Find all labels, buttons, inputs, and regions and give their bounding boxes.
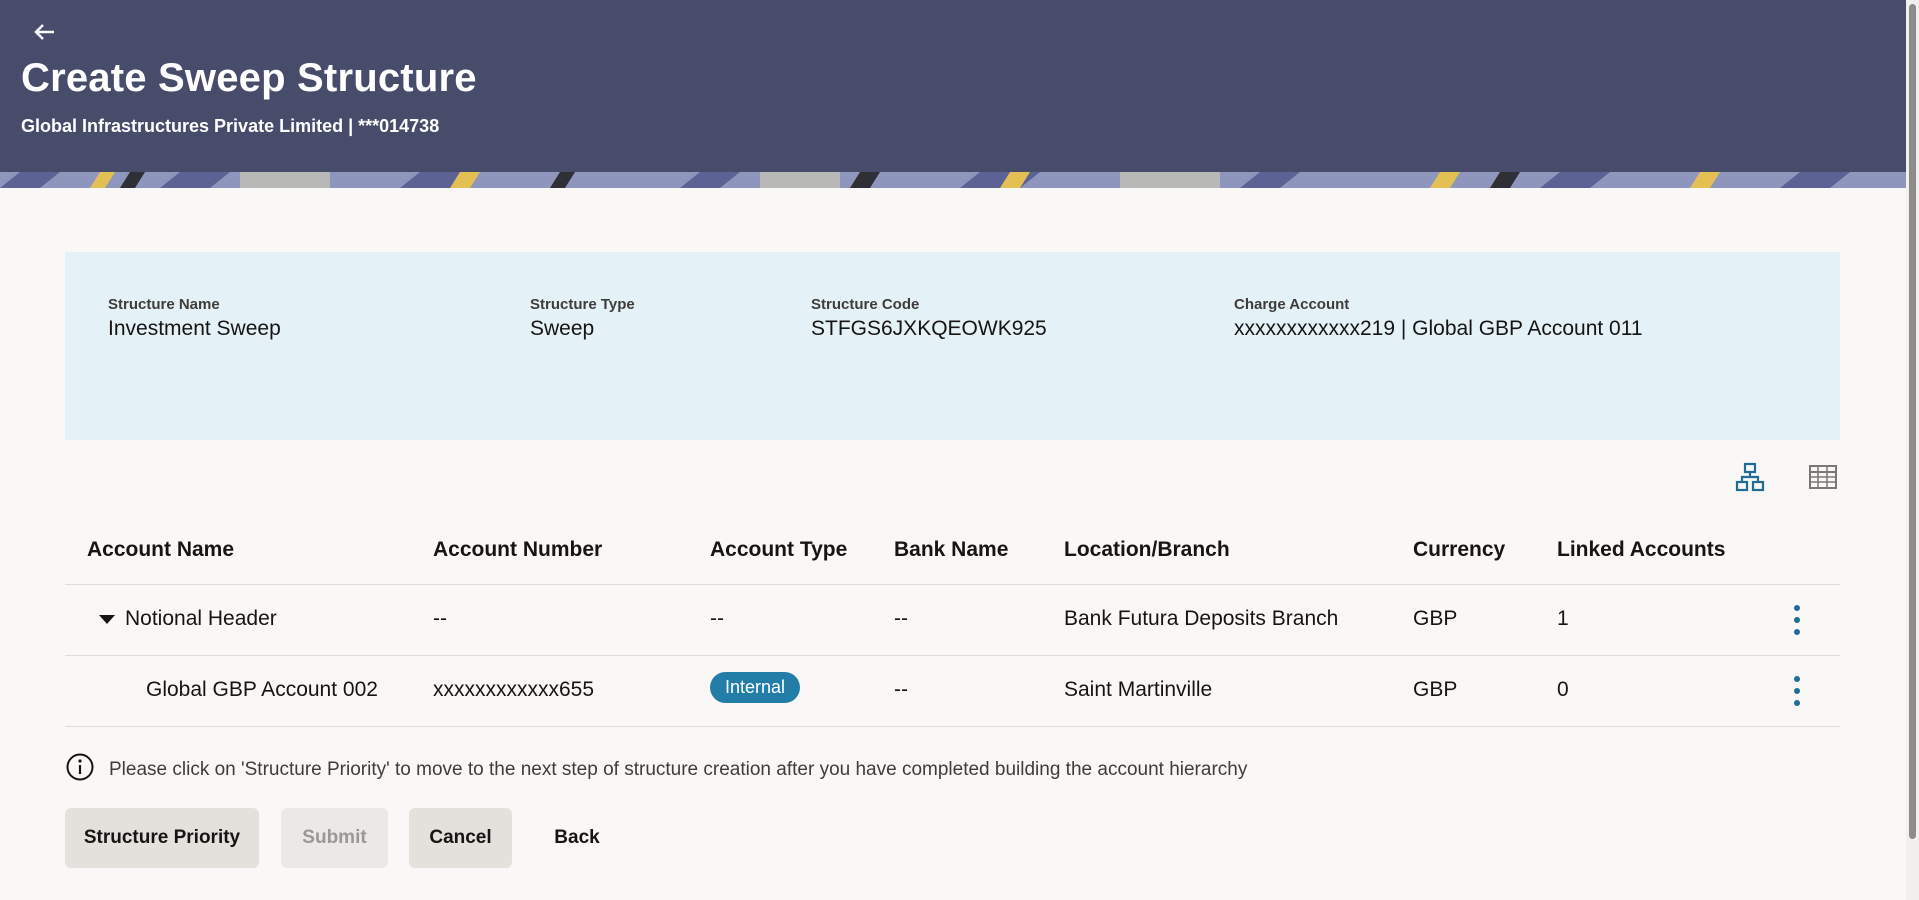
linked-accounts-cell: 1 [1557,607,1569,630]
more-options-icon[interactable] [1787,603,1807,637]
field-value: xxxxxxxxxxxx219 | Global GBP Account 011 [1234,317,1643,340]
bank-name-cell: -- [894,607,908,630]
column-header: Account Number [433,538,603,561]
table-view-icon[interactable] [1808,462,1838,492]
charge-account-field: Charge Account xxxxxxxxxxxx219 | Global … [1234,296,1643,341]
field-value: Sweep [530,317,595,340]
column-header: Bank Name [894,538,1009,561]
account-type-cell: -- [710,607,724,630]
structure-type-field: Structure Type Sweep [530,296,635,341]
more-options-icon[interactable] [1787,674,1807,708]
back-button[interactable]: Back [532,808,622,868]
account-hierarchy-table: Account Name Account Number Account Type… [65,520,1840,727]
info-text: Please click on 'Structure Priority' to … [109,758,1248,780]
scrollbar-thumb[interactable] [1909,4,1916,839]
column-header: Linked Accounts [1557,538,1726,561]
scrollbar[interactable] [1906,0,1919,900]
table-row: Global GBP Account 002 xxxxxxxxxxxx655 I… [65,656,1840,727]
back-arrow-icon[interactable] [30,17,60,47]
location-cell: Bank Futura Deposits Branch [1064,607,1339,630]
field-value: Investment Sweep [108,317,281,340]
page-subtitle: Global Infrastructures Private Limited |… [21,116,440,136]
field-label: Structure Name [108,296,220,313]
location-cell: Saint Martinville [1064,678,1213,701]
caret-down-icon[interactable] [99,614,115,624]
info-message: Please click on 'Structure Priority' to … [65,752,1247,787]
currency-cell: GBP [1413,678,1458,701]
column-header: Currency [1413,538,1506,561]
hierarchy-icon[interactable] [1735,462,1765,492]
account-name-cell: Global GBP Account 002 [146,678,378,701]
account-number-cell: xxxxxxxxxxxx655 [433,678,595,701]
table-header: Account Name Account Number Account Type… [65,520,1840,585]
account-name-cell: Notional Header [99,607,277,631]
decorative-banner [0,172,1906,188]
info-icon [65,752,95,787]
field-label: Charge Account [1234,296,1350,313]
column-header: Location/Branch [1064,538,1230,561]
structure-priority-button[interactable]: Structure Priority [65,808,259,868]
column-header: Account Type [710,538,848,561]
structure-code-field: Structure Code STFGS6JXKQEOWK925 [811,296,1047,341]
cancel-button[interactable]: Cancel [409,808,512,868]
account-number-cell: -- [433,607,447,630]
field-label: Structure Code [811,296,920,313]
table-row: Notional Header -- -- -- Bank Futura Dep… [65,585,1840,656]
column-header: Account Name [87,538,235,561]
account-name: Notional Header [125,607,277,630]
field-label: Structure Type [530,296,635,313]
bank-name-cell: -- [894,678,908,701]
linked-accounts-cell: 0 [1557,678,1569,701]
field-value: STFGS6JXKQEOWK925 [811,317,1047,340]
structure-name-field: Structure Name Investment Sweep [108,296,281,341]
structure-summary-card: Structure Name Investment Sweep Structur… [65,252,1840,440]
submit-button[interactable]: Submit [281,808,388,868]
page-header: Create Sweep Structure Global Infrastruc… [0,0,1906,172]
page-title: Create Sweep Structure [21,56,477,100]
currency-cell: GBP [1413,607,1458,630]
account-type-badge: Internal [710,672,801,703]
